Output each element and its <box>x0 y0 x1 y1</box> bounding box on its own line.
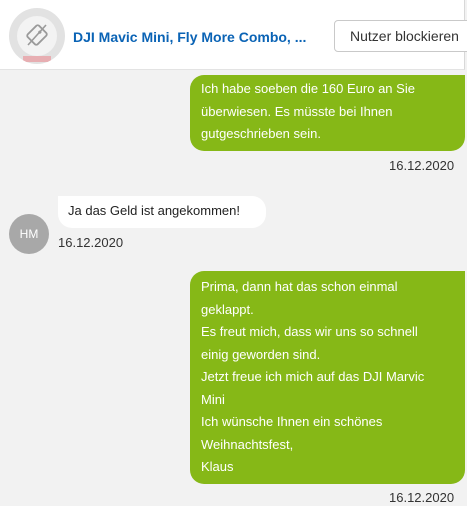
message-timestamp: 16.12.2020 <box>389 490 455 505</box>
item-thumbnail-stripe <box>23 56 51 62</box>
message-line: einig geworden sind. <box>201 346 321 362</box>
message-line: Es freut mich, dass wir uns so schnell <box>201 324 418 339</box>
outgoing-message: Ich habe soeben die 160 Euro an Sie über… <box>190 75 465 151</box>
message-line: überwiesen. Es müsste bei Ihnen <box>201 103 393 119</box>
image-placeholder-icon <box>26 24 48 46</box>
outgoing-message: Prima, dann hat das schon einmal geklapp… <box>190 271 465 484</box>
incoming-message: Ja das Geld ist angekommen! <box>58 196 266 228</box>
message-line: Ich wünsche Ihnen ein schönes <box>201 414 383 429</box>
message-timestamp: 16.12.2020 <box>58 235 124 250</box>
message-line: Klaus <box>201 459 234 474</box>
message-timestamp: 16.12.2020 <box>389 158 455 173</box>
chat-header: DJI Mavic Mini, Fly More Combo, ... Nutz… <box>0 0 467 70</box>
message-line: gutgeschrieben sein. <box>201 126 321 141</box>
message-line: Weihnachtsfest, <box>201 436 294 452</box>
chat-view: DJI Mavic Mini, Fly More Combo, ... Nutz… <box>0 0 467 506</box>
item-title-link[interactable]: DJI Mavic Mini, Fly More Combo, ... <box>73 28 323 46</box>
message-line: Ja das Geld ist angekommen! <box>68 203 240 218</box>
message-line: Prima, dann hat das schon einmal <box>201 279 398 294</box>
item-thumbnail[interactable] <box>9 8 65 64</box>
message-line: Jetzt freue ich mich auf das DJI Marvic <box>201 369 425 384</box>
sender-avatar: HM <box>9 214 49 254</box>
message-line: Ich habe soeben die 160 Euro an Sie <box>201 81 415 96</box>
message-line: Mini <box>201 391 225 407</box>
block-user-button[interactable]: Nutzer blockieren <box>334 20 467 52</box>
message-line: geklappt. <box>201 301 254 317</box>
